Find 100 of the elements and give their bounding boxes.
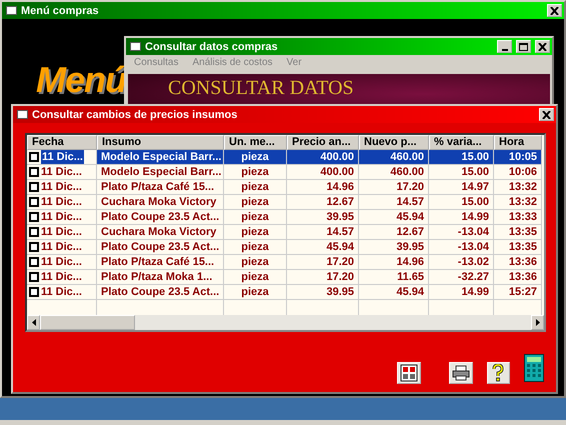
checkbox[interactable] — [29, 242, 39, 252]
maximize-button[interactable] — [516, 40, 531, 53]
table-cell: 11 Dic... — [41, 285, 82, 299]
checkbox[interactable] — [29, 152, 39, 162]
table-cell: 14.57 — [326, 225, 354, 239]
column-header[interactable]: Nuevo p... — [359, 135, 429, 150]
table-icon — [400, 364, 418, 382]
table-cell: 460.00 — [390, 150, 424, 164]
table-cell: pieza — [241, 165, 269, 179]
column-header[interactable]: % varia... — [429, 135, 494, 150]
table-cell: 45.94 — [396, 285, 424, 299]
table-cell: 11 Dic... — [41, 180, 82, 194]
checkbox[interactable] — [29, 227, 39, 237]
table-cell: -32.27 — [458, 270, 489, 284]
table-cell: Cuchara Moka Victory — [101, 195, 216, 209]
window-icon — [130, 42, 141, 51]
table-cell: pieza — [241, 255, 269, 269]
checkbox[interactable] — [29, 197, 39, 207]
scroll-right-icon[interactable] — [531, 315, 544, 330]
table-cell: 15.00 — [461, 195, 489, 209]
table-cell: Cuchara Moka Victory — [101, 225, 216, 239]
calculator-grid-button[interactable] — [397, 362, 421, 384]
table-cell: Plato P/taza Café 15... — [101, 255, 214, 269]
table-cell: 11 Dic... — [41, 255, 82, 269]
table-cell: pieza — [241, 180, 269, 194]
table-cell: 15.00 — [461, 150, 489, 164]
table-cell: pieza — [241, 240, 269, 254]
checkbox[interactable] — [29, 272, 39, 282]
table-cell: 15.00 — [461, 165, 489, 179]
table-cell: 13:32 — [508, 180, 537, 194]
table-cell: Modelo Especial Barr... — [101, 165, 222, 179]
table-cell: 13:33 — [508, 210, 537, 224]
table-cell: pieza — [241, 150, 269, 164]
table-cell: 45.94 — [396, 210, 424, 224]
table-cell: pieza — [241, 210, 269, 224]
table-cell: 11 Dic... — [41, 195, 82, 209]
table-cell: 400.00 — [320, 150, 354, 164]
window-title: Consultar datos compras — [145, 40, 279, 52]
scroll-left-icon[interactable] — [27, 315, 40, 330]
table-cell: Plato P/taza Moka 1... — [101, 270, 212, 284]
table-cell: 13:32 — [508, 195, 537, 209]
logo-text: Menú — [36, 59, 126, 100]
table-cell: 11 Dic... — [41, 150, 84, 164]
scroll-thumb[interactable] — [40, 315, 135, 330]
table-cell: pieza — [241, 285, 269, 299]
calculator-button[interactable] — [524, 354, 546, 384]
table-cell: Plato P/taza Café 15... — [101, 180, 214, 194]
column-header[interactable]: Fecha — [27, 135, 97, 150]
print-button[interactable] — [448, 362, 472, 384]
printer-icon — [452, 365, 470, 381]
table-cell: 11.65 — [397, 270, 424, 284]
checkbox[interactable] — [29, 287, 39, 297]
table-cell: 14.97 — [461, 180, 489, 194]
table-cell: Plato Coupe 23.5 Act... — [101, 210, 220, 224]
table-cell: pieza — [241, 225, 269, 239]
close-button[interactable] — [547, 4, 562, 17]
column-header[interactable]: Precio an... — [287, 135, 359, 150]
table-cell: 17.20 — [396, 180, 424, 194]
table-cell: 400.00 — [320, 165, 354, 179]
checkbox[interactable] — [29, 212, 39, 222]
table-cell: 15:27 — [508, 285, 537, 299]
table-cell: 13:35 — [508, 225, 537, 239]
table-cell: 11 Dic... — [41, 240, 82, 254]
table-cell: Plato Coupe 23.5 Act... — [101, 240, 220, 254]
close-button[interactable] — [539, 108, 554, 121]
checkbox[interactable] — [29, 182, 39, 192]
column-header[interactable]: Hora — [494, 135, 542, 150]
window-icon — [17, 110, 28, 119]
column-header[interactable]: Insumo — [97, 135, 224, 150]
table-cell: pieza — [241, 195, 269, 209]
table-cell: 14.57 — [396, 195, 424, 209]
table-cell: 17.20 — [326, 255, 354, 269]
table-cell: 460.00 — [390, 165, 424, 179]
horizontal-scrollbar[interactable] — [27, 315, 544, 330]
table-cell: 12.67 — [396, 225, 424, 239]
table-cell: 39.95 — [396, 240, 424, 254]
table-cell: 13:35 — [508, 240, 537, 254]
banner-title: CONSULTAR DATOS — [168, 77, 354, 99]
table-cell: 45.94 — [326, 240, 354, 254]
checkbox[interactable] — [29, 257, 39, 267]
table-cell: 10:05 — [508, 150, 537, 164]
table-cell: 17.20 — [326, 270, 354, 284]
table-cell: 13:36 — [508, 255, 537, 269]
table-cell: 39.95 — [326, 285, 354, 299]
question-mark-icon — [492, 364, 504, 382]
window-title: Consultar cambios de precios insumos — [32, 108, 238, 120]
checkbox[interactable] — [29, 167, 39, 177]
column-header[interactable]: Un. me... — [224, 135, 287, 150]
table-cell: -13.02 — [458, 255, 489, 269]
close-button[interactable] — [535, 40, 550, 53]
table-cell: 11 Dic... — [41, 165, 82, 179]
table-cell: 14.96 — [396, 255, 424, 269]
table-cell: 11 Dic... — [41, 270, 82, 284]
table-cell: 14.96 — [326, 180, 354, 194]
table-cell: 14.99 — [461, 285, 489, 299]
help-button[interactable] — [486, 362, 510, 384]
minimize-button[interactable] — [497, 40, 512, 53]
table-cell: 11 Dic... — [41, 210, 82, 224]
table-cell: -13.04 — [458, 225, 489, 239]
minimize-icon — [502, 48, 508, 50]
